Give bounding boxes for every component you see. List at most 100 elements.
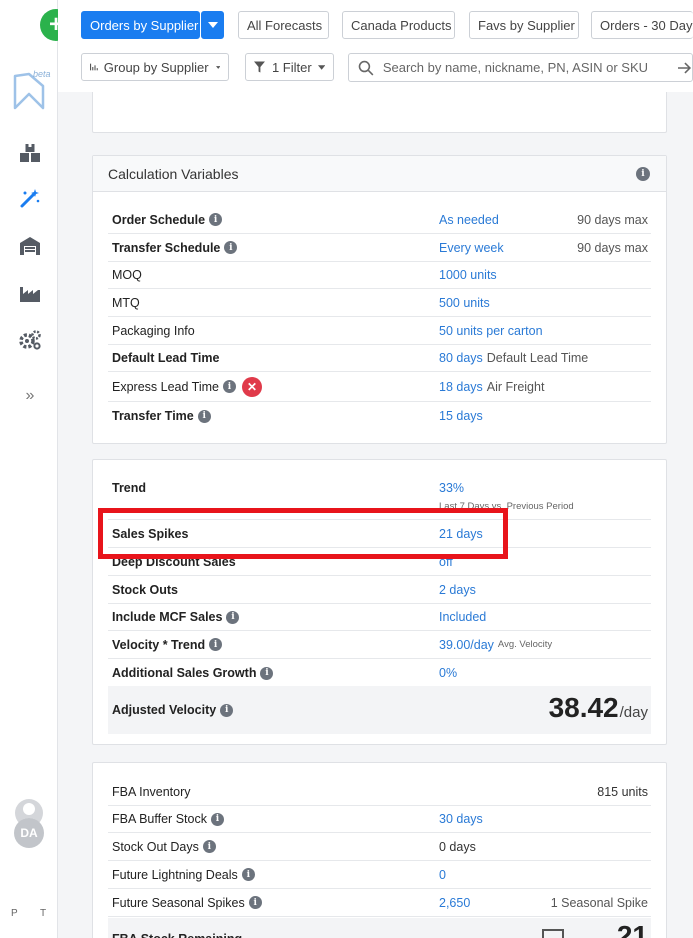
row-label: Stock Out Days (112, 839, 199, 854)
table-row: Express Lead Time i ✕ 18 days Air Freight (108, 372, 651, 402)
moq-link[interactable]: 1000 units (439, 262, 497, 288)
table-row: MOQ 1000 units (108, 262, 651, 289)
left-sidebar: beta » DA P T (0, 0, 58, 938)
info-icon[interactable]: i (223, 380, 236, 393)
info-icon[interactable]: i (209, 638, 223, 651)
expand-sidebar-icon[interactable]: » (18, 384, 42, 408)
row-suffix: Default Lead Time (486, 351, 589, 365)
beta-label: beta (33, 69, 51, 79)
info-icon[interactable]: i (202, 840, 216, 853)
orders-30-days-label: Orders - 30 Days (600, 17, 693, 33)
fba-stock-remaining-value: 21 (616, 920, 648, 938)
arrow-right-icon[interactable] (678, 61, 692, 74)
search-input[interactable] (382, 60, 671, 75)
search-box[interactable] (348, 53, 693, 82)
info-icon[interactable]: i (224, 241, 238, 254)
table-row: Packaging Info 50 units per carton (108, 317, 651, 345)
info-icon[interactable]: i (210, 812, 224, 826)
row-suffix: Air Freight (486, 379, 545, 394)
info-icon[interactable]: i (226, 610, 240, 624)
fba-stock-remaining-row: FBA Stock Remaining 21 (108, 918, 651, 938)
order-schedule-link[interactable]: As needed (439, 206, 499, 233)
fba-rows: FBA Inventory 815 units FBA Buffer Stock… (108, 778, 651, 917)
table-row: Stock Outs 2 days (108, 576, 651, 604)
packaging-info-link[interactable]: 50 units per carton (439, 317, 543, 344)
row-label: MTQ (112, 295, 140, 310)
trend-link[interactable]: 33% (439, 472, 464, 504)
sales-growth-link[interactable]: 0% (439, 659, 457, 687)
filter-button[interactable]: 1 Filter (245, 53, 334, 81)
row-label: Velocity * Trend (112, 637, 206, 652)
row-label: Future Lightning Deals (112, 867, 238, 882)
info-icon[interactable]: i (197, 409, 211, 423)
mtq-link[interactable]: 500 units (439, 289, 490, 316)
orders-by-supplier-button[interactable]: Orders by Supplier (81, 11, 200, 39)
table-row: Order Schedule i As needed 90 days max (108, 206, 651, 234)
search-icon (358, 60, 374, 75)
view-dropdown-button[interactable] (201, 11, 224, 39)
caret-down-icon (207, 22, 218, 28)
row-label: Future Seasonal Spikes (112, 895, 245, 910)
row-label: Transfer Time (112, 409, 194, 423)
default-lead-time-link[interactable]: 80 days (439, 351, 483, 365)
include-mcf-link[interactable]: Included (439, 604, 486, 630)
info-icon[interactable]: i (260, 666, 274, 680)
warehouse-icon[interactable] (18, 234, 42, 258)
row-label: FBA Inventory (112, 784, 191, 799)
row-label: Default Lead Time (112, 351, 220, 365)
group-by-dropdown[interactable]: Group by Supplier (81, 53, 229, 81)
transfer-time-link[interactable]: 15 days (439, 402, 483, 430)
row-label: Packaging Info (112, 323, 195, 338)
orders-30-days-tab[interactable]: Orders - 30 Days (591, 11, 693, 39)
info-icon[interactable]: i (220, 703, 234, 717)
favs-by-supplier-tab[interactable]: Favs by Supplier (469, 11, 579, 39)
info-icon[interactable]: i (248, 896, 262, 909)
fba-buffer-stock-link[interactable]: 30 days (439, 806, 483, 832)
express-lead-time-link[interactable]: 18 days (439, 380, 483, 394)
chevron-down-icon (215, 65, 220, 69)
group-by-label: Group by Supplier (103, 59, 209, 75)
row-right-value: 90 days max (577, 240, 648, 255)
velocity-card: Trend 33% Last 7 Days vs. Previous Perio… (92, 459, 667, 745)
row-label: Express Lead Time (112, 379, 219, 394)
seasonal-spikes-link[interactable]: 2,650 (439, 889, 470, 916)
adjusted-velocity-unit: /day (619, 704, 648, 721)
remove-express-icon[interactable]: ✕ (242, 376, 262, 397)
row-right-value: 1 Seasonal Spike (550, 895, 648, 910)
row-label: Order Schedule (112, 212, 206, 227)
filter-funnel-icon (254, 61, 265, 73)
magic-wand-icon[interactable] (18, 186, 42, 210)
factory-icon[interactable] (18, 281, 42, 305)
adjusted-velocity-value: 38.42 (548, 692, 619, 723)
calculation-variables-card: Calculation Variables i Order Schedule i … (92, 155, 667, 444)
velocity-trend-link[interactable]: 39.00/day (439, 638, 494, 652)
calculation-variables-header: Calculation Variables i (93, 156, 666, 192)
stock-outs-link[interactable]: 2 days (439, 576, 476, 603)
orders-by-supplier-label: Orders by Supplier (90, 17, 199, 33)
adjusted-velocity-row: Adjusted Velocity i 38.42/day (108, 686, 651, 734)
table-row: FBA Inventory 815 units (108, 778, 651, 806)
info-icon[interactable]: i (241, 868, 255, 881)
favs-by-supplier-label: Favs by Supplier (478, 17, 575, 33)
calc-vars-rows: Order Schedule i As needed 90 days max Tr… (108, 206, 651, 430)
avatar-initials[interactable]: DA (14, 818, 44, 848)
all-forecasts-tab[interactable]: All Forecasts (238, 11, 329, 39)
transfer-schedule-link[interactable]: Every week (439, 234, 504, 261)
table-row: Default Lead Time 80 days Default Lead Ti… (108, 345, 651, 372)
info-icon[interactable]: i (209, 213, 223, 226)
bar-chart-icon (90, 63, 98, 71)
row-label: MOQ (112, 268, 142, 282)
velocity-rows: Trend 33% Last 7 Days vs. Previous Perio… (108, 472, 651, 687)
canada-products-label: Canada Products (351, 17, 452, 33)
table-row: FBA Buffer Stock i 30 days (108, 806, 651, 833)
row-right-value: 815 units (597, 784, 648, 799)
footer-label-left: P (11, 908, 18, 919)
lightning-deals-link[interactable]: 0 (439, 861, 446, 888)
footer-label-right: T (40, 908, 47, 919)
row-label: Trend (112, 481, 147, 495)
settings-gears-icon[interactable] (18, 328, 42, 352)
info-icon[interactable]: i (636, 166, 650, 181)
canada-products-tab[interactable]: Canada Products (342, 11, 455, 39)
boxes-icon[interactable] (18, 141, 42, 165)
highlight-box (98, 508, 508, 559)
